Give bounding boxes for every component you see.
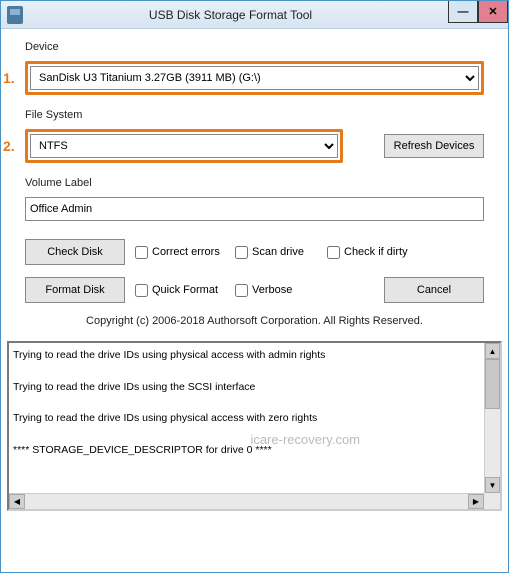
minimize-button[interactable]: — (448, 1, 478, 23)
main-content: Device 1. SanDisk U3 Titanium 3.27GB (39… (1, 29, 508, 341)
volume-label-input[interactable] (25, 197, 484, 221)
verbose-label: Verbose (252, 284, 292, 296)
app-window: USB Disk Storage Format Tool — ✕ Device … (0, 0, 509, 573)
check-row: Check Disk Correct errors Scan drive Che… (25, 239, 484, 265)
app-icon (7, 6, 23, 24)
correct-errors-label: Correct errors (152, 246, 220, 258)
window-title: USB Disk Storage Format Tool (33, 8, 428, 22)
log-area: Trying to read the drive IDs using physi… (7, 341, 502, 511)
copyright-text: Copyright (c) 2006-2018 Authorsoft Corpo… (25, 315, 484, 327)
scroll-thumb[interactable] (485, 359, 500, 409)
scroll-left-icon[interactable]: ◀ (9, 494, 25, 509)
correct-errors-checkbox[interactable]: Correct errors (135, 246, 225, 259)
correct-errors-input[interactable] (135, 246, 148, 259)
callout-1: 1. (3, 70, 15, 86)
close-button[interactable]: ✕ (478, 1, 508, 23)
format-row: Format Disk Quick Format Verbose Cancel (25, 277, 484, 303)
log-content[interactable]: Trying to read the drive IDs using physi… (9, 343, 500, 493)
scroll-corner (484, 493, 500, 509)
log-line: **** STORAGE_DEVICE_DESCRIPTOR for drive… (13, 444, 496, 458)
check-if-dirty-checkbox[interactable]: Check if dirty (327, 246, 417, 259)
file-system-label: File System (25, 109, 484, 121)
vertical-scrollbar[interactable]: ▲ ▼ (484, 343, 500, 493)
device-highlight: SanDisk U3 Titanium 3.27GB (3911 MB) (G:… (25, 61, 484, 95)
scroll-right-icon[interactable]: ▶ (468, 494, 484, 509)
scroll-track[interactable] (485, 409, 500, 477)
log-line: Trying to read the drive IDs using physi… (13, 349, 496, 363)
scroll-down-icon[interactable]: ▼ (485, 477, 500, 493)
window-controls: — ✕ (448, 1, 508, 23)
volume-label-label: Volume Label (25, 177, 484, 189)
refresh-devices-button[interactable]: Refresh Devices (384, 134, 484, 158)
format-disk-button[interactable]: Format Disk (25, 277, 125, 303)
quick-format-checkbox[interactable]: Quick Format (135, 284, 225, 297)
h-scroll-track[interactable] (25, 494, 468, 509)
check-if-dirty-input[interactable] (327, 246, 340, 259)
cancel-button[interactable]: Cancel (384, 277, 484, 303)
device-select[interactable]: SanDisk U3 Titanium 3.27GB (3911 MB) (G:… (30, 66, 479, 90)
device-label: Device (25, 41, 484, 53)
callout-2: 2. (3, 138, 15, 154)
verbose-checkbox[interactable]: Verbose (235, 284, 317, 297)
horizontal-scrollbar[interactable]: ◀ ▶ (9, 493, 484, 509)
scan-drive-label: Scan drive (252, 246, 304, 258)
filesystem-select[interactable]: NTFS (30, 134, 338, 158)
titlebar: USB Disk Storage Format Tool — ✕ (1, 1, 508, 29)
verbose-input[interactable] (235, 284, 248, 297)
quick-format-label: Quick Format (152, 284, 218, 296)
scan-drive-input[interactable] (235, 246, 248, 259)
check-if-dirty-label: Check if dirty (344, 246, 408, 258)
log-line: Trying to read the drive IDs using physi… (13, 412, 496, 426)
filesystem-highlight: NTFS (25, 129, 343, 163)
quick-format-input[interactable] (135, 284, 148, 297)
scan-drive-checkbox[interactable]: Scan drive (235, 246, 317, 259)
check-disk-button[interactable]: Check Disk (25, 239, 125, 265)
log-line: Trying to read the drive IDs using the S… (13, 381, 496, 395)
scroll-up-icon[interactable]: ▲ (485, 343, 500, 359)
